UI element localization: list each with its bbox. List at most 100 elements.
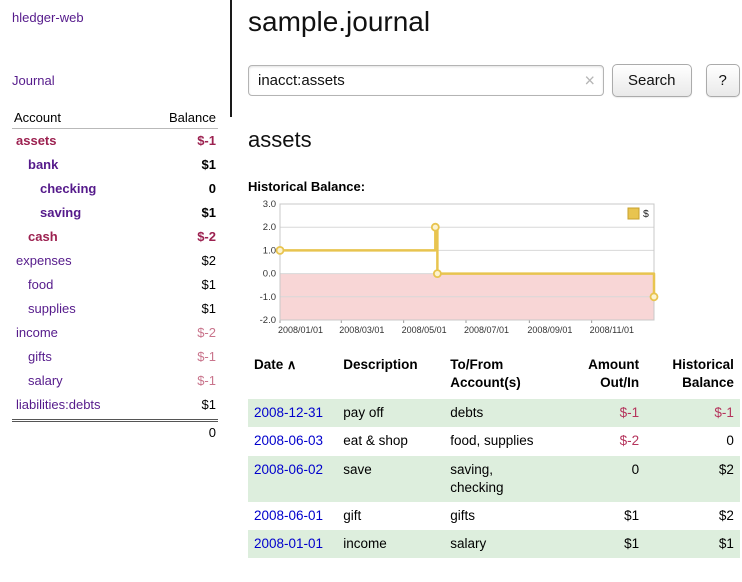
account-balance: $2 <box>202 249 216 273</box>
register-date-cell: 2008-01-01 <box>248 530 337 558</box>
clear-search-icon[interactable]: × <box>584 71 595 89</box>
register-date-link[interactable]: 2008-12-31 <box>254 405 323 420</box>
sidebar-item-journal[interactable]: Journal <box>12 73 218 88</box>
register-date-cell: 2008-06-03 <box>248 427 337 455</box>
register-amount: $1 <box>569 502 645 530</box>
register-table: Date ∧DescriptionTo/FromAccount(s)Amount… <box>248 354 740 558</box>
accounts-header-balance: Balance <box>169 110 216 125</box>
chart-y-tick-label: -2.0 <box>260 315 276 326</box>
accounts-total-row: 0 <box>12 419 218 440</box>
register-balance: $2 <box>645 502 740 530</box>
register-balance: 0 <box>645 427 740 455</box>
account-balance: $-1 <box>197 369 216 393</box>
register-header-amount: AmountOut/In <box>569 354 645 399</box>
search-input[interactable] <box>248 65 604 96</box>
chart-legend-swatch <box>628 208 639 219</box>
account-balance: $-1 <box>197 345 216 369</box>
account-link[interactable]: expenses <box>16 249 72 273</box>
account-row: salary $-1 <box>12 369 218 393</box>
account-link[interactable]: gifts <box>28 345 52 369</box>
register-amount: $-2 <box>569 427 645 455</box>
account-link[interactable]: liabilities:debts <box>16 393 101 417</box>
register-row: 2008-06-03eat & shopfood, supplies$-20 <box>248 427 740 455</box>
register-description: income <box>337 530 444 558</box>
account-link[interactable]: bank <box>28 153 58 177</box>
register-date-link[interactable]: 2008-06-03 <box>254 433 323 448</box>
chart-y-tick-label: 0.0 <box>263 269 276 280</box>
account-link[interactable]: income <box>16 321 58 345</box>
register-row: 2008-06-01 giftgifts$1$2 <box>248 502 740 530</box>
register-description: save <box>337 456 444 502</box>
search-button[interactable]: Search <box>612 64 692 97</box>
chart-legend-label: $ <box>643 208 649 220</box>
account-balance: $-2 <box>197 321 216 345</box>
app-root: hledger-web Journal Account Balance asse… <box>0 0 742 582</box>
register-header-accounts: To/FromAccount(s) <box>444 354 569 399</box>
accounts-list: assets$-1bank$1checking0saving$1cash$-2e… <box>12 129 218 417</box>
register-description: gift <box>337 502 444 530</box>
account-link[interactable]: assets <box>16 129 56 153</box>
account-link[interactable]: checking <box>40 177 96 201</box>
register-balance: $2 <box>645 456 740 502</box>
account-row: bank $1 <box>12 153 218 177</box>
sidebar-divider <box>230 0 232 117</box>
chart-series-marker <box>651 293 658 300</box>
account-row: income $-2 <box>12 321 218 345</box>
account-link[interactable]: cash <box>28 225 58 249</box>
chart-series-marker <box>434 270 441 277</box>
account-row: saving $1 <box>12 201 218 225</box>
register-header-balance: HistoricalBalance <box>645 354 740 399</box>
account-link[interactable]: food <box>28 273 53 297</box>
account-link[interactable]: supplies <box>28 297 76 321</box>
register-accounts: salary <box>444 530 569 558</box>
register-date-cell: 2008-12-31 <box>248 399 337 427</box>
search-form: × Search ? <box>248 64 740 97</box>
account-row: assets$-1 <box>12 129 218 153</box>
register-amount: $1 <box>569 530 645 558</box>
account-balance: $1 <box>202 273 216 297</box>
accounts-panel: Account Balance assets$-1bank$1checking0… <box>12 110 218 440</box>
account-row: cash $-2 <box>12 225 218 249</box>
account-balance: 0 <box>209 177 216 201</box>
accounts-header-account: Account <box>14 110 61 125</box>
main-content: sample.journal × Search ? assets Histori… <box>232 0 742 582</box>
register-table-body: 2008-12-31pay offdebts$-1$-12008-06-03ea… <box>248 399 740 558</box>
chart-x-tick-label: 2008/09/01 <box>527 325 572 335</box>
account-row: checking 0 <box>12 177 218 201</box>
register-date-cell: 2008-06-01 <box>248 502 337 530</box>
account-link[interactable]: saving <box>40 201 81 225</box>
register-date-link[interactable]: 2008-01-01 <box>254 536 323 551</box>
chart-x-tick-label: 2008/01/01 <box>278 325 323 335</box>
register-amount: $-1 <box>569 399 645 427</box>
account-balance: $1 <box>202 153 216 177</box>
register-header-date[interactable]: Date ∧ <box>248 354 337 399</box>
account-heading: assets <box>248 127 740 153</box>
account-row: food $1 <box>12 273 218 297</box>
chart-x-tick-label: 2008/07/01 <box>464 325 509 335</box>
chart-x-tick-label: 2008/03/01 <box>339 325 384 335</box>
register-date-link[interactable]: 2008-06-01 <box>254 508 323 523</box>
register-date-link[interactable]: 2008-06-02 <box>254 462 323 477</box>
account-row: expenses $2 <box>12 249 218 273</box>
register-accounts: debts <box>444 399 569 427</box>
brand-link[interactable]: hledger-web <box>12 10 218 25</box>
help-button[interactable]: ? <box>706 64 740 97</box>
chart-series-marker <box>277 247 284 254</box>
search-field-wrap: × <box>248 65 604 96</box>
account-row: supplies$1 <box>12 297 218 321</box>
register-accounts: gifts <box>444 502 569 530</box>
page-title: sample.journal <box>248 6 740 38</box>
register-accounts: saving, checking <box>444 456 569 502</box>
account-balance: $-2 <box>197 225 216 249</box>
account-link[interactable]: salary <box>28 369 63 393</box>
account-row: gifts $-1 <box>12 345 218 369</box>
accounts-table-header: Account Balance <box>12 110 218 129</box>
register-row: 2008-01-01incomesalary$1$1 <box>248 530 740 558</box>
account-balance: $1 <box>202 201 216 225</box>
chart-x-tick-label: 2008/11/01 <box>590 325 634 335</box>
register-row: 2008-12-31pay offdebts$-1$-1 <box>248 399 740 427</box>
chart-title: Historical Balance: <box>248 179 740 194</box>
chart-y-tick-label: 3.0 <box>263 199 276 210</box>
sort-asc-icon: ∧ <box>283 357 296 372</box>
account-balance: $1 <box>202 393 216 417</box>
